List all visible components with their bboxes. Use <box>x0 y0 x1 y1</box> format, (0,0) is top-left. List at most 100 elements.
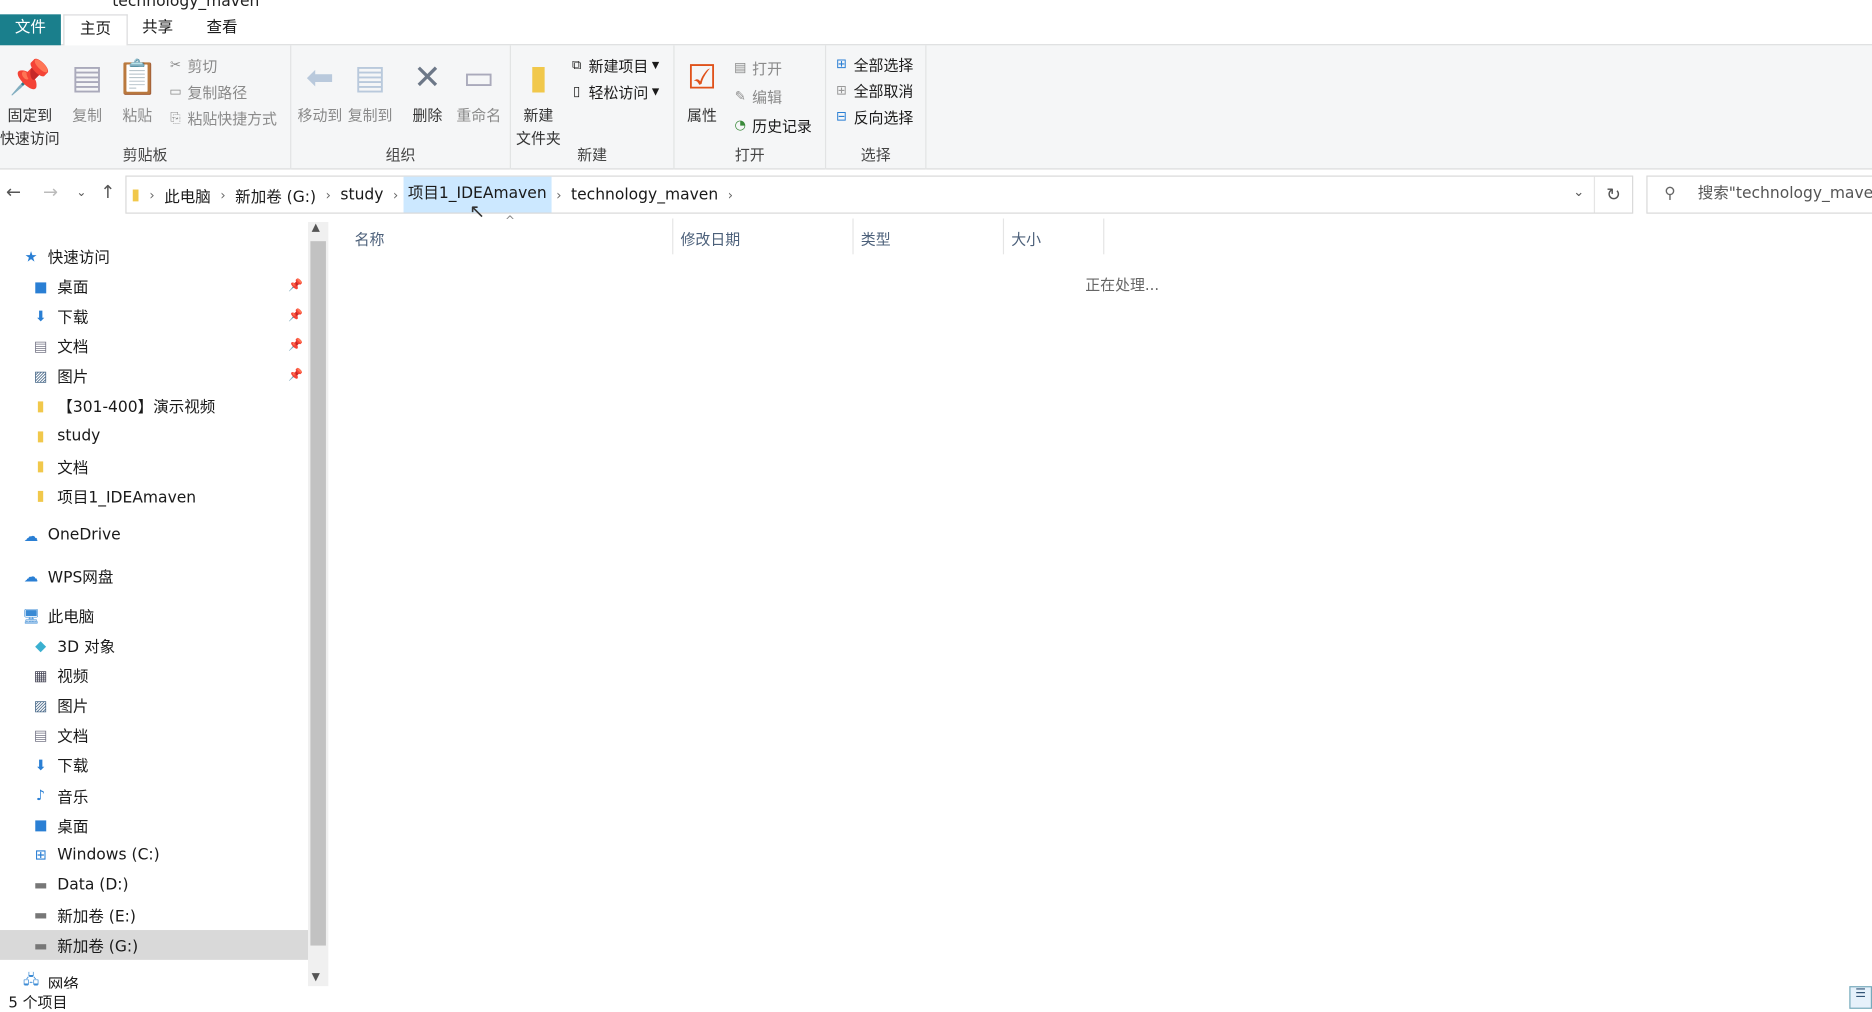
column-header-name[interactable]: 名称 <box>355 227 385 248</box>
history-button[interactable]: ◔ 历史记录 <box>732 113 812 136</box>
clipboard-group-label: 剪贴板 <box>122 145 168 164</box>
sidebar-item-quick[interactable]: ▮ 【301-400】演示视频 <box>0 391 308 421</box>
history-icon: ◔ <box>734 117 746 133</box>
column-header-size[interactable]: 大小 <box>1011 227 1041 248</box>
sidebar-item-pc[interactable]: ▬ 新加卷 (E:) <box>0 900 308 930</box>
paste-shortcut-button[interactable]: ⎘ 粘贴快捷方式 <box>167 106 277 129</box>
sidebar-label: 3D 对象 <box>57 638 116 657</box>
scroll-down-icon[interactable]: ▼ <box>312 972 320 984</box>
breadcrumb-this-pc[interactable]: 此电脑 <box>159 183 215 206</box>
up-button[interactable]: ↑ <box>100 181 115 202</box>
paste-shortcut-icon: ⎘ <box>170 109 181 125</box>
edit-label: 编辑 <box>752 88 783 107</box>
move-to-icon: ⬅ <box>305 56 334 97</box>
back-button[interactable]: ← <box>6 181 21 202</box>
column-divider[interactable] <box>852 218 854 255</box>
address-bar[interactable]: ▮ › 此电脑 › 新加卷 (G:) › study › 项目1_IDEAmaven ›… <box>125 175 1634 214</box>
invert-selection-label: 反向选择 <box>853 108 914 127</box>
chevron-right-icon[interactable]: › <box>723 187 738 203</box>
sidebar-item-pc[interactable]: ■ 桌面 <box>0 810 308 840</box>
pin-icon[interactable]: 📌 <box>288 309 303 322</box>
cut-button[interactable]: ✂ 剪切 <box>167 54 217 77</box>
sidebar-item-quick[interactable]: ▨ 图片 📌 <box>0 361 308 391</box>
sidebar-item-pc[interactable]: ▤ 文档 <box>0 720 308 750</box>
sidebar-item-pc[interactable]: ⊞ Windows (C:) <box>0 840 308 870</box>
properties-button[interactable]: ☑ 属性 <box>682 55 723 125</box>
pin-icon[interactable]: 📌 <box>288 369 303 382</box>
tab-view[interactable]: 查看 <box>191 14 253 45</box>
search-input[interactable]: ⚲ 搜索"technology_maven" <box>1646 175 1872 214</box>
sidebar-item-quick[interactable]: ▤ 文档 📌 <box>0 331 308 361</box>
sidebar-item-this-pc[interactable]: 🖥 此电脑 <box>21 601 329 631</box>
copy-path-button[interactable]: ▭ 复制路径 <box>167 80 247 103</box>
column-header-date-modified[interactable]: 修改日期 <box>681 227 741 248</box>
document-icon: ▤ <box>33 726 48 744</box>
sidebar-item-pc[interactable]: ▬ Data (D:) <box>0 870 308 900</box>
copy-button[interactable]: ▤ 复制 <box>67 55 108 125</box>
select-all-button[interactable]: ⊞ 全部选择 <box>833 53 913 76</box>
sidebar-item-pc[interactable]: ▨ 图片 <box>0 690 308 720</box>
sidebar-item-quick[interactable]: ▮ 文档 <box>0 451 308 481</box>
open-button[interactable]: ▤ 打开 <box>732 56 782 79</box>
video-icon: ▦ <box>33 666 48 684</box>
pin-icon[interactable]: 📌 <box>288 279 303 292</box>
invert-selection-button[interactable]: ⊟ 反向选择 <box>833 105 913 128</box>
chevron-right-icon[interactable]: › <box>551 187 566 203</box>
chevron-right-icon[interactable]: › <box>216 187 231 203</box>
organize-group: ⬅ 移动到 ▤ 复制到 ✕ 删除 ▭ 重命名 组织 <box>291 45 511 170</box>
move-to-button[interactable]: ⬅ 移动到 <box>296 55 344 125</box>
sidebar-item-pc[interactable]: ◆ 3D 对象 <box>0 630 308 660</box>
tab-file[interactable]: 文件 <box>0 14 61 46</box>
sidebar-item-quick-access[interactable]: ★ 快速访问 <box>21 241 329 271</box>
copy-to-button[interactable]: ▤ 复制到 <box>346 55 394 125</box>
chevron-right-icon[interactable]: › <box>388 187 403 203</box>
select-none-button[interactable]: ⊞ 全部取消 <box>833 79 913 102</box>
paste-button[interactable]: 📋 粘贴 <box>116 55 158 125</box>
cloud-icon: ☁ <box>23 527 39 544</box>
copy-icon: ▤ <box>71 56 103 97</box>
new-folder-button[interactable]: ▮ 新建 文件夹 <box>513 55 563 148</box>
tab-share[interactable]: 共享 <box>127 14 189 45</box>
sidebar-item-quick[interactable]: ■ 桌面 📌 <box>0 271 308 301</box>
sidebar-label: Windows (C:) <box>57 846 160 864</box>
pin-icon[interactable]: 📌 <box>288 339 303 352</box>
address-dropdown-icon[interactable]: ⌄ <box>1573 184 1584 200</box>
easy-access-button[interactable]: ▯ 轻松访问 ▼ <box>568 80 659 103</box>
sidebar-scrollbar[interactable]: ▲ ▼ <box>308 222 329 987</box>
delete-button[interactable]: ✕ 删除 <box>406 55 449 125</box>
breadcrumb-study[interactable]: study <box>336 186 389 204</box>
refresh-button[interactable]: ↻ <box>1593 176 1632 213</box>
column-divider[interactable] <box>1103 218 1105 255</box>
sidebar-item-wps[interactable]: ☁ WPS网盘 <box>21 561 329 591</box>
sidebar-item-quick[interactable]: ⬇ 下载 📌 <box>0 301 308 331</box>
sidebar-label: 桌面 <box>57 818 89 837</box>
sidebar-item-pc[interactable]: ♪ 音乐 <box>0 780 308 810</box>
history-label: 历史记录 <box>752 117 812 135</box>
scrollbar-thumb[interactable] <box>310 241 326 946</box>
new-item-button[interactable]: ⧉ 新建项目 ▼ <box>568 54 659 77</box>
sidebar-item-pc[interactable]: ⬇ 下载 <box>0 750 308 780</box>
edit-button[interactable]: ✎ 编辑 <box>732 85 782 108</box>
sidebar-item-network[interactable]: 🖧 网络 <box>21 972 329 989</box>
scroll-up-icon[interactable]: ▲ <box>312 222 320 234</box>
pin-quick-access-button[interactable]: 📌 固定到 快速访问 <box>0 55 60 148</box>
column-header-type[interactable]: 类型 <box>861 227 891 248</box>
breadcrumb-technology-maven[interactable]: technology_maven <box>566 186 723 204</box>
sidebar-item-quick[interactable]: ▮ study <box>0 421 308 451</box>
breadcrumb-drive-g[interactable]: 新加卷 (G:) <box>230 183 320 206</box>
sidebar-item-pc[interactable]: ▬ 新加卷 (G:) <box>0 930 309 960</box>
details-view-icon[interactable]: ☰ <box>1849 986 1872 1009</box>
recent-locations-button[interactable]: ⌄ <box>76 186 86 199</box>
sidebar-label: 桌面 <box>57 279 89 298</box>
column-divider[interactable] <box>672 218 674 255</box>
clipboard-group: 📌 固定到 快速访问 ▤ 复制 📋 粘贴 ✂ 剪切 ▭ 复制路径 ⎘ 粘贴快捷方式 剪… <box>0 45 292 170</box>
column-divider[interactable] <box>1002 218 1005 255</box>
chevron-right-icon[interactable]: › <box>321 187 336 203</box>
delete-x-icon: ✕ <box>413 56 442 97</box>
sidebar-item-pc[interactable]: ▦ 视频 <box>0 660 308 690</box>
sidebar-item-quick[interactable]: ▮ 项目1_IDEAmaven <box>0 481 308 511</box>
sidebar-item-onedrive[interactable]: ☁ OneDrive <box>21 521 329 551</box>
rename-button[interactable]: ▭ 重命名 <box>454 55 504 125</box>
forward-button[interactable]: → <box>43 181 58 202</box>
tab-home[interactable]: 主页 <box>63 14 128 47</box>
